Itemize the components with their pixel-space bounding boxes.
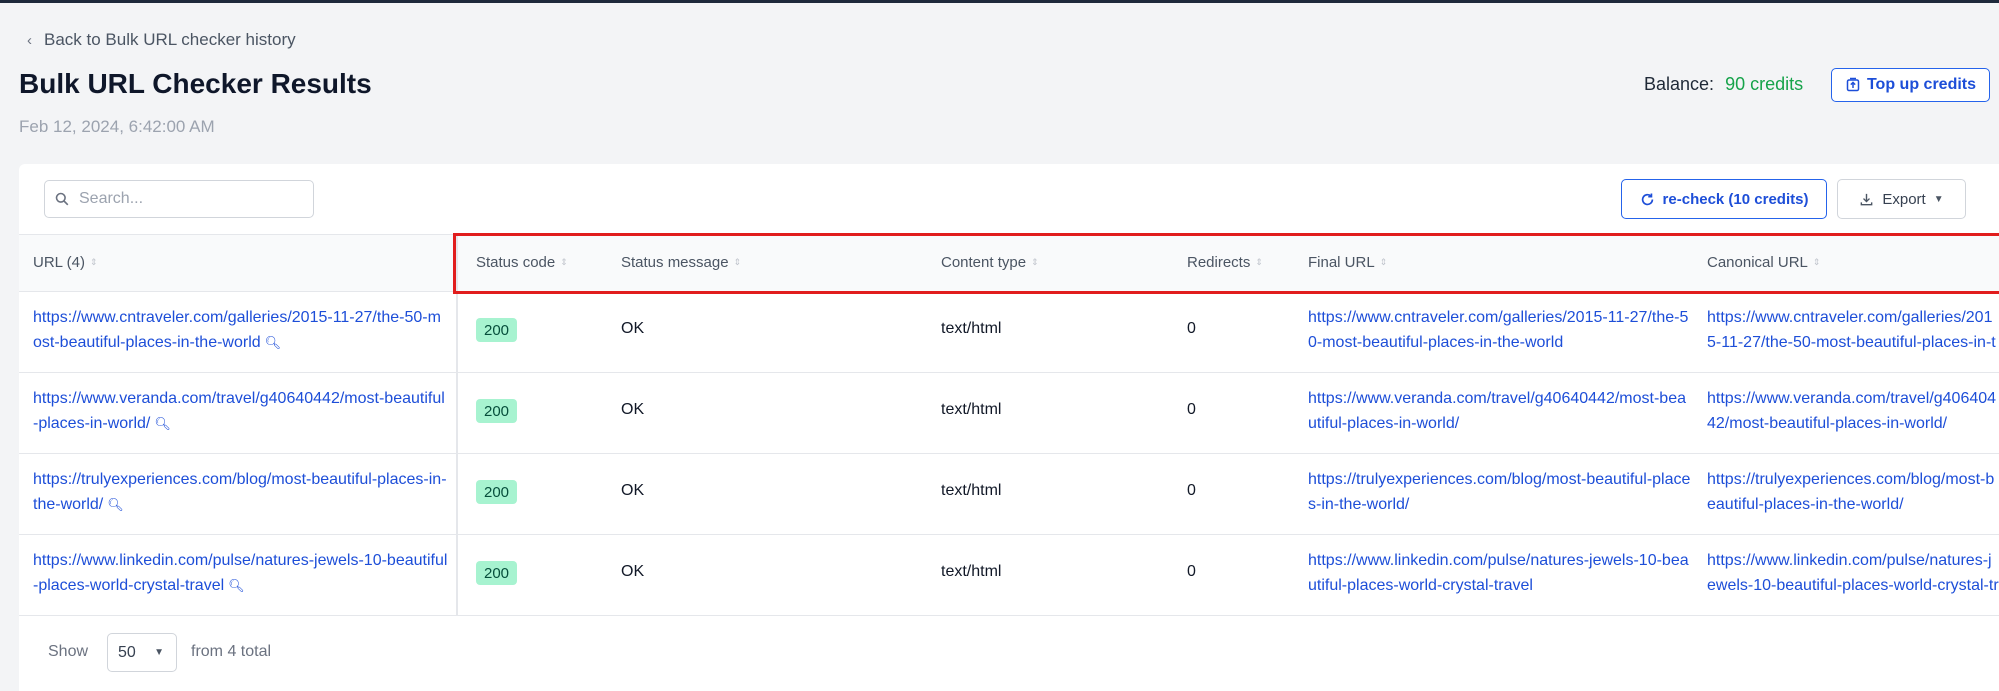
- magnifier-icon[interactable]: 🔍︎: [107, 497, 124, 512]
- final-url-link[interactable]: https://www.cntraveler.com/galleries/201…: [1308, 305, 1692, 355]
- column-divider: [456, 234, 458, 616]
- content-type: text/html: [941, 320, 1002, 337]
- status-message: OK: [621, 320, 645, 337]
- canonical-url-link[interactable]: https://www.veranda.com/travel/g40640442…: [1707, 386, 1999, 436]
- col-header-url-label: URL (4): [33, 254, 85, 271]
- sort-icon: ⇕: [1812, 257, 1821, 267]
- url-link[interactable]: https://www.veranda.com/travel/g40640442…: [33, 386, 448, 436]
- url-link[interactable]: https://www.cntraveler.com/galleries/201…: [33, 305, 448, 355]
- page-title: Bulk URL Checker Results: [19, 68, 372, 99]
- magnifier-icon[interactable]: 🔍︎: [154, 416, 171, 431]
- status-badge: 200: [476, 318, 517, 342]
- refresh-icon: [1641, 193, 1653, 205]
- export-label: Export: [1882, 190, 1926, 208]
- col-header-status-message-label: Status message: [621, 254, 729, 271]
- magnifier-icon[interactable]: 🔍︎: [265, 335, 282, 350]
- redirect-count: 0: [1187, 563, 1196, 580]
- canonical-url-link[interactable]: https://trulyexperiences.com/blog/most-b…: [1707, 467, 1999, 517]
- chevron-left-icon: ‹: [27, 31, 32, 49]
- col-header-url[interactable]: URL (4) ⇕: [33, 254, 98, 271]
- url-text: https://www.cntraveler.com/galleries/201…: [33, 309, 441, 351]
- col-header-canonical-url-label: Canonical URL: [1707, 254, 1808, 271]
- sort-icon: ⇕: [733, 257, 742, 267]
- top-up-label: Top up credits: [1866, 76, 1977, 93]
- magnifier-icon[interactable]: 🔍︎: [228, 578, 245, 593]
- col-header-final-url[interactable]: Final URL ⇕: [1308, 254, 1387, 271]
- balance: Balance: 90 credits: [1644, 74, 1803, 95]
- col-header-status-code-label: Status code: [476, 254, 556, 271]
- sort-icon: ⇕: [560, 257, 568, 267]
- search-input[interactable]: [77, 189, 301, 209]
- status-message: OK: [621, 401, 645, 418]
- export-button[interactable]: Export ▼: [1837, 179, 1966, 219]
- status-badge: 200: [476, 561, 517, 585]
- recheck-label: re-check (10 credits): [1662, 190, 1809, 208]
- final-url-link[interactable]: https://www.linkedin.com/pulse/natures-j…: [1308, 548, 1692, 598]
- top-border: [0, 0, 1999, 3]
- content-type: text/html: [941, 482, 1002, 499]
- sort-icon: ⇕: [1031, 257, 1039, 267]
- url-link[interactable]: https://www.linkedin.com/pulse/natures-j…: [33, 548, 448, 598]
- top-up-icon: [1846, 77, 1860, 92]
- redirect-count: 0: [1187, 320, 1196, 337]
- search-box[interactable]: [44, 180, 314, 218]
- final-url-link[interactable]: https://trulyexperiences.com/blog/most-b…: [1308, 467, 1692, 517]
- page-size-select[interactable]: 50 ▼: [107, 633, 177, 672]
- canonical-url-link[interactable]: https://www.cntraveler.com/galleries/201…: [1707, 305, 1999, 355]
- back-link[interactable]: ‹ Back to Bulk URL checker history: [27, 30, 296, 50]
- status-badge: 200: [476, 480, 517, 504]
- col-header-content-type-label: Content type: [941, 254, 1027, 271]
- redirect-count: 0: [1187, 482, 1196, 499]
- sort-icon: ⇕: [1255, 257, 1263, 267]
- sort-icon: ⇕: [1379, 257, 1388, 267]
- col-header-final-url-label: Final URL: [1308, 254, 1375, 271]
- url-link[interactable]: https://trulyexperiences.com/blog/most-b…: [33, 467, 448, 517]
- col-header-canonical-url[interactable]: Canonical URL ⇕: [1707, 254, 1820, 271]
- top-up-credits-button[interactable]: Top up credits: [1831, 68, 1990, 102]
- status-message: OK: [621, 482, 645, 499]
- result-date: Feb 12, 2024, 6:42:00 AM: [19, 117, 215, 136]
- balance-label: Balance:: [1644, 74, 1715, 94]
- page-size-value: 50: [118, 643, 136, 661]
- final-url-link[interactable]: https://www.veranda.com/travel/g40640442…: [1308, 386, 1692, 436]
- recheck-button[interactable]: re-check (10 credits): [1621, 179, 1827, 219]
- search-icon: [55, 192, 69, 206]
- url-text: https://trulyexperiences.com/blog/most-b…: [33, 471, 447, 513]
- status-badge: 200: [476, 399, 517, 423]
- col-header-status-code[interactable]: Status code ⇕: [476, 254, 568, 271]
- total-count: from 4 total: [191, 643, 272, 660]
- show-label: Show: [48, 643, 89, 660]
- content-type: text/html: [941, 563, 1002, 580]
- redirect-count: 0: [1187, 401, 1196, 418]
- col-header-content-type[interactable]: Content type ⇕: [941, 254, 1039, 271]
- back-link-label: Back to Bulk URL checker history: [44, 30, 296, 49]
- canonical-url-link[interactable]: https://www.linkedin.com/pulse/natures-j…: [1707, 548, 1999, 598]
- caret-down-icon: ▼: [154, 647, 164, 658]
- caret-down-icon: ▼: [1933, 193, 1944, 205]
- sort-icon: ⇕: [89, 257, 98, 267]
- url-text: https://www.veranda.com/travel/g40640442…: [33, 390, 445, 432]
- col-header-redirects-label: Redirects: [1187, 254, 1251, 271]
- balance-value: 90 credits: [1725, 74, 1804, 94]
- content-type: text/html: [941, 401, 1002, 418]
- col-header-status-message[interactable]: Status message ⇕: [621, 254, 741, 271]
- status-message: OK: [621, 563, 645, 580]
- col-header-redirects[interactable]: Redirects ⇕: [1187, 254, 1263, 271]
- download-icon: [1861, 193, 1873, 205]
